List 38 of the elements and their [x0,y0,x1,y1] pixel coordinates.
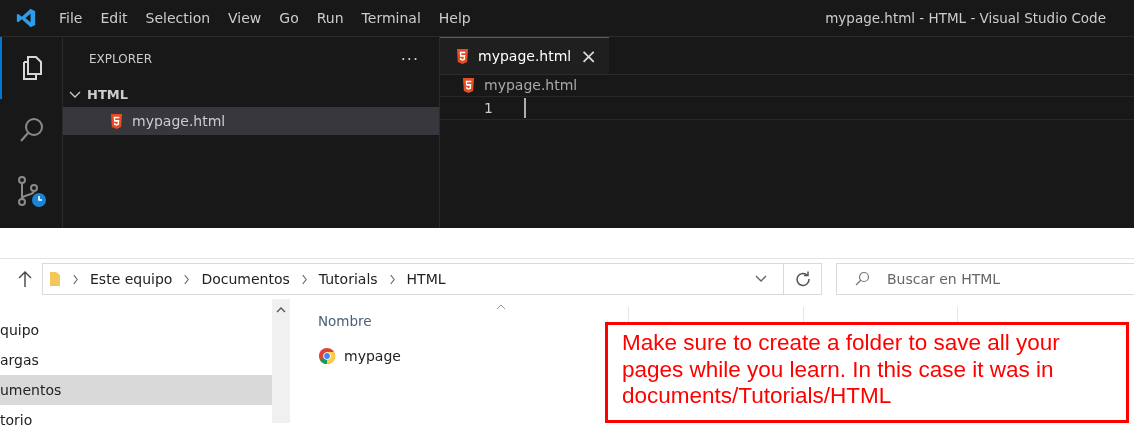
refresh-button[interactable] [784,263,822,295]
menu-item[interactable]: Help [429,10,480,26]
nav-item[interactable]: argas [0,345,272,375]
refresh-icon [794,271,811,287]
scroll-up-icon[interactable] [276,307,286,313]
nav-item[interactable]: torio [0,405,272,426]
folder-item[interactable]: HTML [63,81,439,107]
menu-item[interactable]: Selection [136,10,220,26]
html-icon [110,113,123,129]
file-row[interactable]: mypage [318,341,401,371]
html-icon [462,77,475,93]
explorer-row[interactable]: mypage.html [63,107,439,135]
sort-caret-icon [496,304,506,310]
menu-item[interactable]: Terminal [352,10,430,26]
more-actions-button[interactable]: ··· [400,49,419,69]
menu-item[interactable]: Go [270,10,308,26]
scrollbar[interactable] [272,299,290,423]
menu-item[interactable]: Run [307,10,353,26]
window-title: mypage.html - HTML - Visual Studio Code [825,10,1106,26]
menu-item[interactable]: Edit [91,10,137,26]
html-icon [456,48,469,64]
menu-item[interactable]: File [50,10,92,26]
panel-title: EXPLORER [89,52,152,66]
editor-tab[interactable]: mypage.html × [440,37,609,74]
menu-item[interactable]: View [219,10,271,26]
browser-icon [318,347,336,365]
column-header[interactable]: Nombre [318,313,372,329]
search-field[interactable]: Buscar en HTML [836,263,1134,295]
app-logo-icon [15,7,37,29]
close-button[interactable]: × [580,44,597,68]
nav-item[interactable]: quipo [0,315,272,345]
breadcrumb[interactable]: mypage.html [440,74,1134,96]
line-number: 1 [483,100,493,116]
address-bar[interactable]: Este equipo Documentos Tutorials HTML [42,263,784,295]
nav-item[interactable]: umentos [0,375,272,405]
search-icon [854,271,870,287]
up-arrow-icon[interactable] [18,271,32,287]
callout-note: Make sure to create a folder to save all your pages while you learn. In this case it was in documents/Tutorials/HTML [605,322,1129,423]
